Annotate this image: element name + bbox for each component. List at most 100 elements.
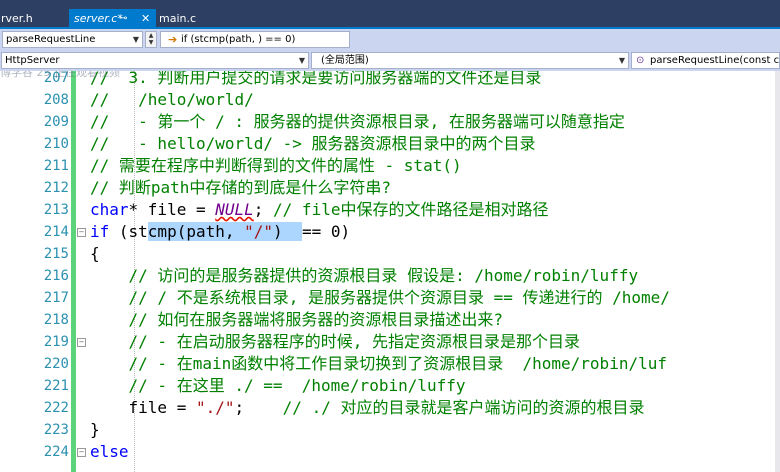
- line-number: 213: [43, 202, 69, 218]
- code-line[interactable]: 219− // - 在启动服务器程序的时候, 先指定资源根目录是那个目录: [0, 331, 780, 353]
- line-number: 219: [43, 334, 69, 350]
- code-text: char* file = NULL; // file中保存的文件路径是相对路径: [90, 199, 548, 221]
- line-number: 214: [43, 224, 69, 240]
- code-text: // 判断path中存储的到底是什么字符串?: [90, 177, 391, 199]
- code-token: // 如何在服务器端将服务器的资源根目录描述出来?: [90, 310, 504, 329]
- function-dropdown-value: parseRequestLine: [6, 34, 96, 45]
- code-text: // /helo/world/: [90, 89, 254, 111]
- code-text: // - 在main函数中将工作目录切换到了资源根目录 /home/robin/…: [90, 353, 667, 375]
- code-token: // - 在main函数中将工作目录切换到了资源根目录 /home/robin/…: [90, 354, 667, 373]
- tab-label: rver.h: [1, 12, 33, 25]
- code-text: // - hello/world/ -> 服务器资源根目录中的两个目录: [90, 133, 536, 155]
- close-icon[interactable]: ✕: [141, 9, 150, 28]
- line-number: 216: [43, 268, 69, 284]
- line-number: 221: [43, 378, 69, 394]
- code-text: // - 在启动服务器程序的时候, 先指定资源根目录是那个目录: [90, 331, 580, 353]
- condition-dropdown[interactable]: ➔ if (stcmp(path, ) == 0): [160, 31, 350, 48]
- line-number: 217: [43, 290, 69, 306]
- code-line[interactable]: 218 // 如何在服务器端将服务器的资源根目录描述出来?: [0, 309, 780, 331]
- scope-spinner[interactable]: ▲ ▼: [145, 31, 157, 48]
- code-line[interactable]: 209 // - 第一个 / : 服务器的提供资源根目录, 在服务器端可以随意指定: [0, 111, 780, 133]
- condition-dropdown-value: if (stcmp(path, ) == 0): [181, 34, 296, 45]
- code-token: cmp(path,: [147, 222, 245, 241]
- line-number: 222: [43, 400, 69, 416]
- line-number: 215: [43, 246, 69, 262]
- pin-icon[interactable]: ⊸: [119, 9, 127, 28]
- tab-main-c[interactable]: main.c: [158, 9, 219, 28]
- code-text: // / 不是系统根目录, 是服务器提供个资源目录 == 传递进行的 /home…: [90, 287, 670, 309]
- code-token: "./": [195, 398, 235, 417]
- code-token: (st: [109, 222, 148, 241]
- code-line[interactable]: 215 {: [0, 243, 780, 265]
- line-number: 212: [43, 180, 69, 196]
- code-token: // ./ 对应的目录就是客户端访问的资源的根目录: [282, 398, 645, 417]
- code-token: // 3. 判断用户提交的请求是要访问服务器端的文件还是目录: [90, 71, 542, 87]
- code-line[interactable]: 223}: [0, 419, 780, 441]
- code-text: if (stcmp(path, "/") == 0): [90, 221, 350, 243]
- code-token: // /helo/world/: [90, 90, 254, 109]
- code-token: ): [273, 222, 302, 241]
- code-token: char: [90, 200, 129, 219]
- code-token: file =: [90, 398, 196, 417]
- code-token: // 访问的是服务器提供的资源根目录 假设是: /home/robin/luff…: [90, 266, 639, 285]
- code-token: // / 不是系统根目录, 是服务器提供个资源目录 == 传递进行的 /home…: [90, 288, 670, 307]
- code-text: // - 在这里 ./ == /home/robin/luffy: [90, 375, 466, 397]
- arrow-right-icon: ➔: [168, 33, 178, 46]
- code-text: // 访问的是服务器提供的资源根目录 假设是: /home/robin/luff…: [90, 265, 639, 287]
- code-line[interactable]: 224− else: [0, 441, 780, 463]
- collapse-icon[interactable]: −: [77, 338, 86, 347]
- code-token: ;: [253, 200, 274, 219]
- code-token: }: [90, 420, 100, 439]
- code-editor[interactable]: 207// 3. 判断用户提交的请求是要访问服务器端的文件还是目录 208// /…: [0, 71, 780, 472]
- scope-dropdown-value: (全局范围): [321, 55, 369, 66]
- chevron-down-icon: ▼: [618, 56, 625, 65]
- member-dropdown[interactable]: ⊙ parseRequestLine(const c: [631, 52, 780, 69]
- code-text: // 需要在程序中判断得到的文件的属性 - stat(): [90, 155, 462, 177]
- code-line[interactable]: 221 // - 在这里 ./ == /home/robin/luffy: [0, 375, 780, 397]
- code-line[interactable]: 208 // /helo/world/: [0, 89, 780, 111]
- line-number: 218: [43, 312, 69, 328]
- project-dropdown[interactable]: HttpServer ▼: [1, 52, 309, 69]
- vertical-scrollbar[interactable]: [775, 71, 780, 472]
- code-token: // 判断path中存储的到底是什么字符串?: [90, 178, 392, 197]
- tab-label: server.c*: [74, 12, 123, 25]
- project-dropdown-value: HttpServer: [5, 55, 60, 66]
- code-line[interactable]: 211 // 需要在程序中判断得到的文件的属性 - stat(): [0, 155, 780, 177]
- tab-server-c-active[interactable]: server.c* ⊸ ✕: [69, 9, 156, 28]
- code-token: // file中保存的文件路径是相对路径: [273, 200, 549, 219]
- code-token: else: [90, 442, 129, 461]
- chevron-down-icon: ▼: [132, 35, 139, 44]
- line-number: 210: [43, 136, 69, 152]
- collapse-icon[interactable]: −: [77, 228, 86, 237]
- function-dropdown[interactable]: parseRequestLine ▼: [2, 31, 143, 48]
- line-number: 208: [43, 92, 69, 108]
- code-line[interactable]: 212 // 判断path中存储的到底是什么字符串?: [0, 177, 780, 199]
- tab-rver-h[interactable]: rver.h: [0, 9, 63, 28]
- function-symbol-icon: ⊙: [636, 55, 645, 66]
- code-line[interactable]: 213 char* file = NULL; // file中保存的文件路径是相对…: [0, 199, 780, 221]
- scope-dropdown[interactable]: (全局范围) ▼: [311, 52, 629, 69]
- code-token: "/": [244, 222, 274, 241]
- project-navigation-bar: HttpServer ▼ (全局范围) ▼ ⊙ parseRequestLine…: [0, 51, 780, 71]
- code-line[interactable]: 217 // / 不是系统根目录, 是服务器提供个资源目录 == 传递进行的 /…: [0, 287, 780, 309]
- code-line[interactable]: 222 file = "./"; // ./ 对应的目录就是客户端访问的资源的根…: [0, 397, 780, 419]
- code-token: * file =: [128, 200, 216, 219]
- code-token: if: [90, 222, 110, 241]
- code-text: // 3. 判断用户提交的请求是要访问服务器端的文件还是目录: [90, 71, 541, 89]
- code-line[interactable]: 210 // - hello/world/ -> 服务器资源根目录中的两个目录: [0, 133, 780, 155]
- line-number: 224: [43, 444, 69, 460]
- line-number: 223: [43, 422, 69, 438]
- code-token: // - hello/world/ -> 服务器资源根目录中的两个目录: [90, 134, 536, 153]
- code-line[interactable]: 220 // - 在main函数中将工作目录切换到了资源根目录 /home/ro…: [0, 353, 780, 375]
- code-text: {: [90, 243, 100, 265]
- chevron-down-icon: ▼: [298, 56, 305, 65]
- code-line[interactable]: 216 // 访问的是服务器提供的资源根目录 假设是: /home/robin/…: [0, 265, 780, 287]
- line-number: 211: [43, 158, 69, 174]
- tab-label: main.c: [159, 12, 197, 25]
- code-token: ;: [234, 398, 283, 417]
- code-text: // 如何在服务器端将服务器的资源根目录描述出来?: [90, 309, 504, 331]
- code-token: {: [90, 244, 100, 263]
- code-token: NULL: [215, 200, 254, 219]
- code-line[interactable]: 214− if (stcmp(path, "/") == 0): [0, 221, 780, 243]
- collapse-icon[interactable]: −: [77, 448, 86, 457]
